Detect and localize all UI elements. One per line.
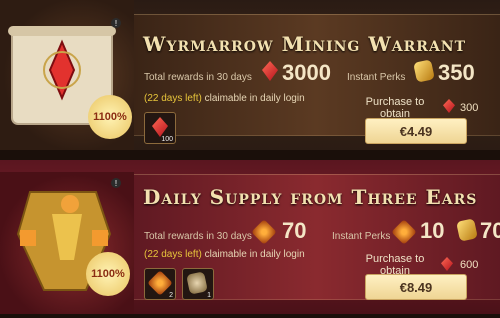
instant-perks-label: Instant Perks: [332, 231, 391, 242]
purchase-label: Purchase to obtain: [365, 96, 425, 120]
cost-value: 300: [460, 102, 479, 114]
slot-count: 100: [161, 136, 173, 143]
instant-perks-value: 350: [438, 60, 475, 85]
reward-slot[interactable]: 2: [144, 268, 176, 300]
alert-icon[interactable]: !: [111, 18, 121, 28]
claim-info: (22 days left) claimable in daily login: [144, 249, 305, 260]
claim-text: claimable in daily login: [204, 93, 305, 104]
cost-value: 600: [460, 259, 479, 271]
total-rewards-value: 3000: [282, 60, 331, 85]
speedup-icon: [186, 271, 208, 295]
gold-coin-icon: [413, 59, 435, 83]
card-title: Wyrmarrow Mining Warrant: [143, 32, 467, 56]
gold-coin-icon: [456, 218, 478, 242]
alert-icon[interactable]: !: [111, 178, 121, 188]
total-rewards-label: Total rewards in 30 days: [144, 231, 252, 242]
instant-perks-value-2: 70: [480, 218, 500, 243]
red-gem-icon: [152, 117, 168, 137]
days-left: (22 days left): [144, 93, 202, 104]
discount-badge: 1100%: [86, 252, 130, 296]
supply-card: ! Daily Supply from Three Ears Total rew…: [0, 160, 500, 314]
card-title: Daily Supply from Three Ears: [143, 185, 478, 209]
days-left: (22 days left): [144, 249, 202, 260]
buy-button[interactable]: €4.49: [365, 118, 467, 144]
warrant-card: ! Wyrmarrow Mining Warrant Total rewards…: [0, 0, 500, 150]
discount-badge: 1100%: [88, 95, 132, 139]
claim-info: (22 days left) claimable in daily login: [144, 93, 305, 104]
slot-count: 2: [169, 292, 173, 299]
claim-text: claimable in daily login: [204, 249, 305, 260]
total-rewards-value: 70: [282, 218, 307, 243]
reward-slot[interactable]: 1: [182, 268, 214, 300]
instant-perks-label: Instant Perks: [347, 72, 406, 83]
total-rewards-label: Total rewards in 30 days: [144, 72, 252, 83]
instant-perks-value-1: 10: [420, 218, 445, 243]
slot-count: 1: [207, 292, 211, 299]
buy-button[interactable]: €8.49: [365, 274, 467, 300]
reward-slot[interactable]: 100: [144, 112, 176, 144]
